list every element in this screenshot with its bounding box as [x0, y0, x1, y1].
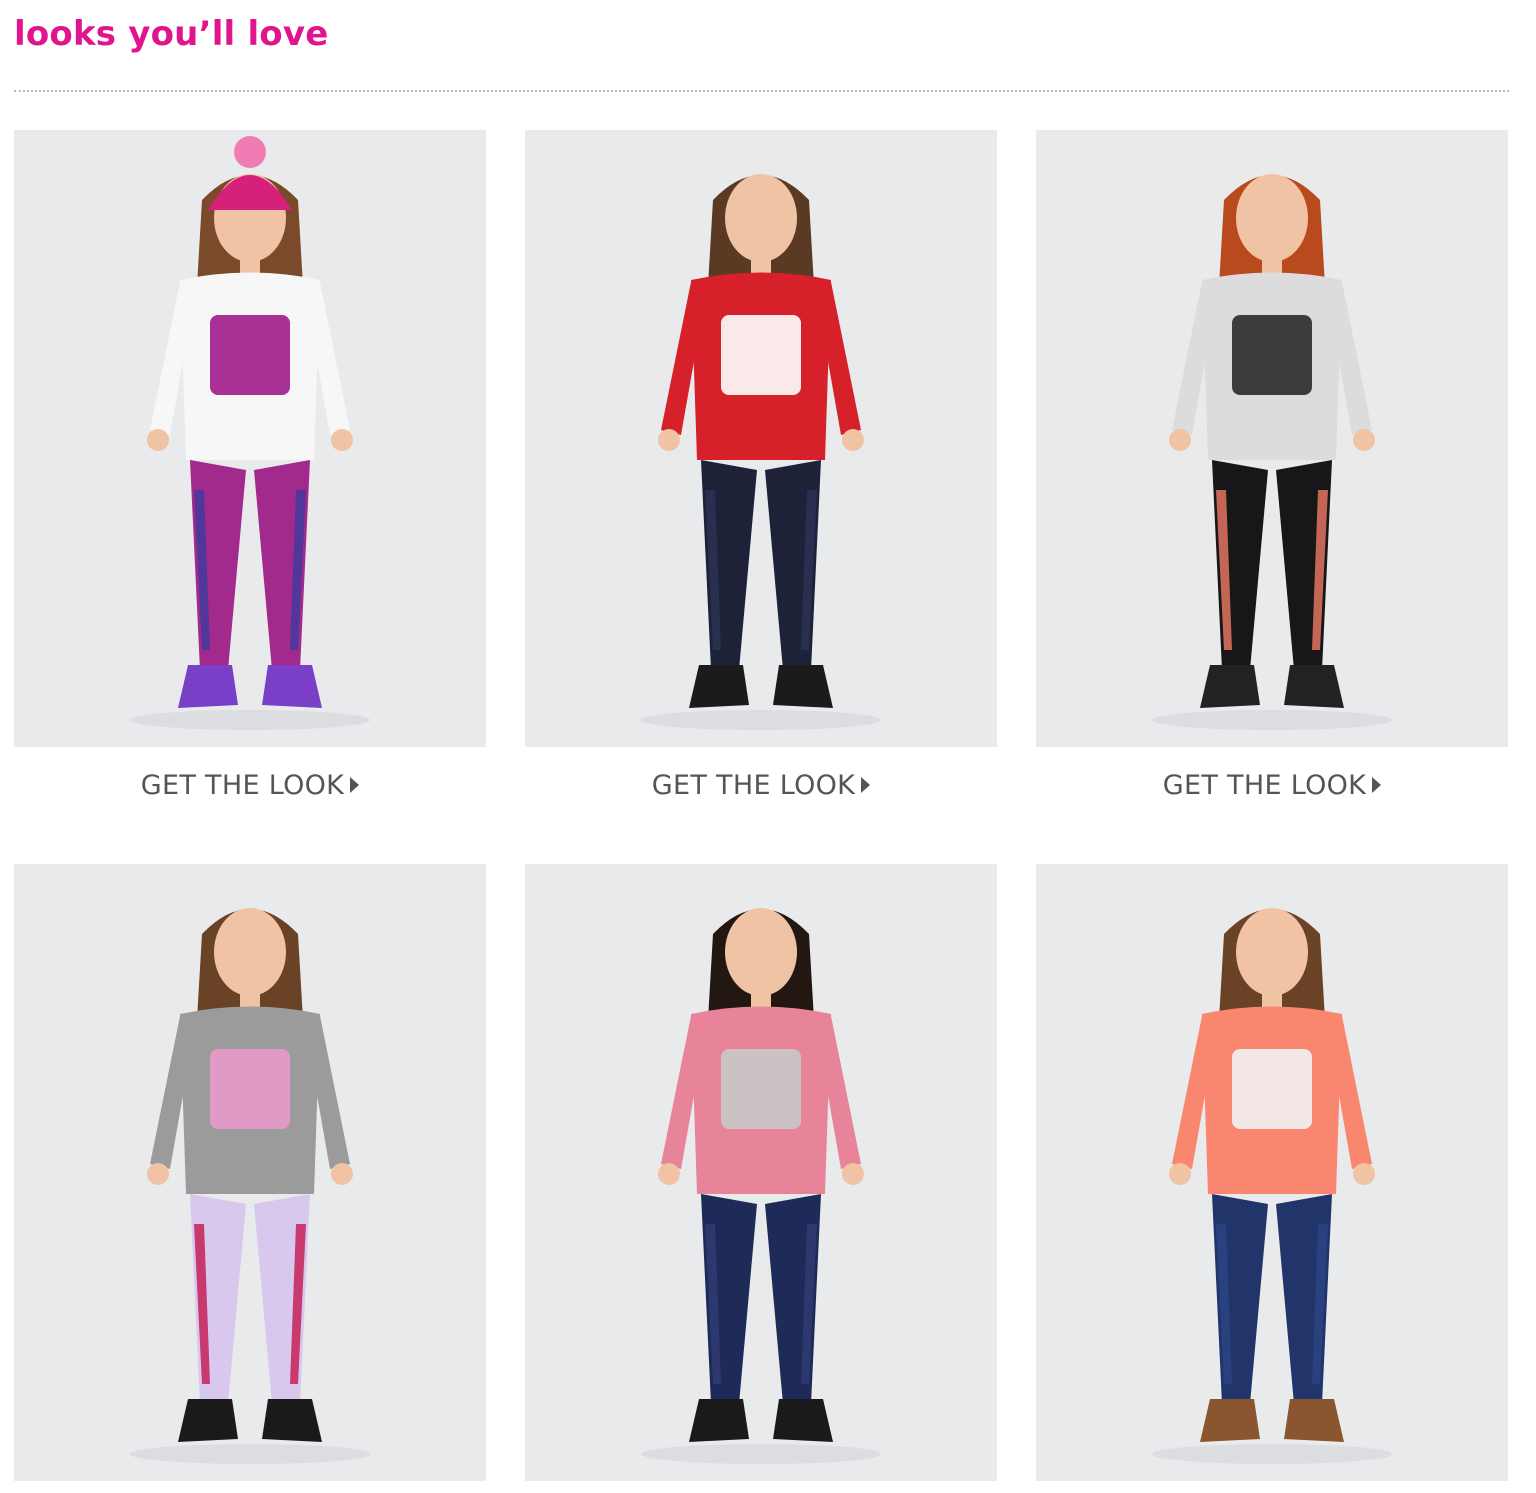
model-figure	[641, 174, 881, 730]
model-figure	[130, 136, 370, 730]
look-photo[interactable]	[1036, 130, 1508, 747]
model-figure	[641, 908, 881, 1464]
model-illustration	[641, 174, 881, 730]
caret-right-icon	[861, 776, 871, 793]
get-the-look-label: GET THE LOOK	[651, 770, 856, 801]
caret-right-icon	[1372, 776, 1382, 793]
page-title: looks you’ll love	[14, 14, 329, 54]
model-illustration	[641, 908, 881, 1464]
caret-right-icon	[350, 776, 360, 793]
get-the-look-link[interactable]: GET THE LOOK	[1036, 770, 1508, 801]
look-photo[interactable]	[14, 864, 486, 1481]
model-figure	[1152, 174, 1392, 730]
model-illustration	[1152, 174, 1392, 730]
get-the-look-label: GET THE LOOK	[1162, 770, 1367, 801]
model-illustration	[130, 908, 370, 1464]
get-the-look-link[interactable]: GET THE LOOK	[525, 770, 997, 801]
model-figure	[1152, 908, 1392, 1464]
look-photo[interactable]	[1036, 864, 1508, 1481]
look-photo[interactable]	[525, 864, 997, 1481]
model-illustration	[130, 136, 370, 730]
section-divider	[14, 90, 1509, 92]
get-the-look-link[interactable]: GET THE LOOK	[14, 770, 486, 801]
model-illustration	[1152, 908, 1392, 1464]
look-photo[interactable]	[525, 130, 997, 747]
get-the-look-label: GET THE LOOK	[140, 770, 345, 801]
model-figure	[130, 908, 370, 1464]
look-photo[interactable]	[14, 130, 486, 747]
